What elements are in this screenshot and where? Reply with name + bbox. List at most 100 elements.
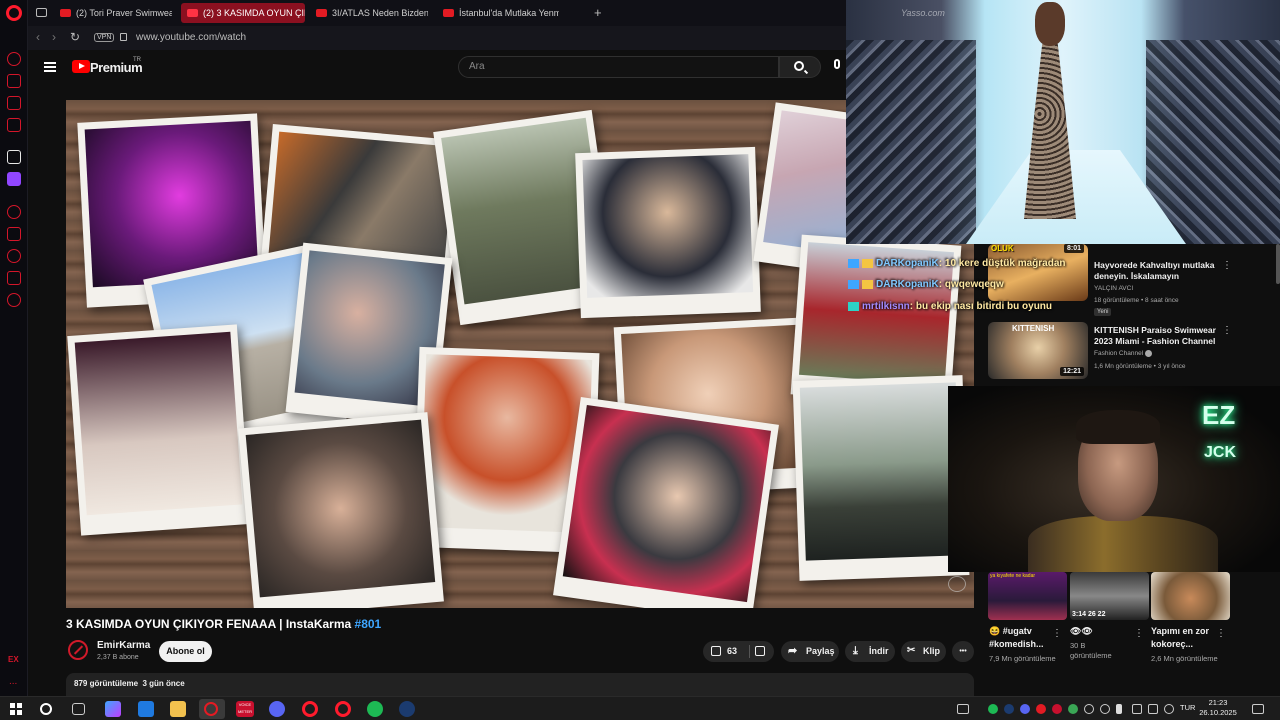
tray-discord-icon[interactable] [1020, 704, 1030, 714]
bookmark-icon[interactable] [7, 227, 21, 241]
search-button[interactable] [779, 56, 821, 78]
rec-thumbnail[interactable]: KITTENISH 12:21 [988, 322, 1088, 379]
subscribe-button[interactable]: Abone ol [159, 641, 212, 662]
spotify-icon[interactable] [367, 701, 383, 717]
short-title[interactable]: Yapımı en zor kokoreç... [1151, 625, 1215, 651]
reload-icon[interactable]: ↻ [70, 30, 80, 44]
tray-voicemeeter-icon[interactable] [1052, 704, 1062, 714]
like-button[interactable]: 63 [703, 641, 774, 662]
tray-wifi-icon[interactable] [1100, 704, 1110, 714]
video-player[interactable] [66, 100, 974, 608]
runway-model [1024, 44, 1076, 219]
audience-left [846, 40, 976, 244]
bag-icon[interactable] [7, 74, 21, 88]
input-language[interactable]: TUR [1180, 703, 1195, 712]
tab-istanbul[interactable]: İstanbul'da Mutlaka Yenm [437, 3, 559, 23]
short-title[interactable]: 😆 #ugatv #komedish... [989, 625, 1055, 651]
back-arrow-icon[interactable]: ‹ [36, 30, 40, 44]
description-box[interactable] [66, 673, 974, 696]
short-more-icon[interactable]: ⋮ [1216, 628, 1226, 639]
tray-display-icon[interactable] [1132, 704, 1142, 714]
chat-badge-icon [848, 279, 859, 289]
hashtag-link[interactable]: #801 [355, 617, 382, 631]
share-button[interactable]: ➦ Paylaş [781, 641, 839, 662]
thumbs-down-icon[interactable] [755, 646, 765, 656]
file-explorer-icon[interactable] [170, 701, 186, 717]
history-icon[interactable] [7, 205, 21, 219]
channel-watermark-icon[interactable] [948, 576, 966, 592]
rec-title[interactable]: Hayvorede Kahvaltıyı mutlaka deneyin. İs… [1094, 260, 1234, 282]
channel-name[interactable]: EmirKarma [97, 640, 150, 651]
tray-spotify-icon[interactable] [988, 704, 998, 714]
clock-time: 21:23 [1208, 698, 1228, 707]
short-thumbnail[interactable]: ya kıyafete ne kadar [988, 572, 1067, 620]
lock-icon[interactable] [120, 33, 127, 41]
aria-icon[interactable] [7, 52, 21, 66]
taskbar-active-bg[interactable] [199, 699, 225, 719]
rec-channel[interactable]: Fashion Channel [1094, 350, 1152, 357]
vpn-badge[interactable]: VPN [94, 33, 115, 42]
tray-keyboard-icon[interactable] [957, 704, 969, 714]
opera-icon[interactable] [302, 701, 318, 717]
notifications-icon[interactable] [1252, 704, 1264, 714]
short-title[interactable]: 👁👁 [1070, 625, 1130, 638]
tab-active-video[interactable]: (2) 3 KASIMDA OYUN ÇIK [181, 3, 305, 23]
short-thumbnail[interactable] [1151, 572, 1230, 620]
scrollbar[interactable] [1276, 244, 1280, 284]
new-tab-plus-icon[interactable]: + [594, 5, 602, 20]
menu-hamburger-icon[interactable] [44, 62, 56, 72]
tab-atlas[interactable]: 3I/ATLAS Neden Bizden [310, 3, 428, 23]
clock[interactable]: 21:23 26.10.2025 [1198, 698, 1238, 718]
player-icon[interactable] [7, 118, 21, 132]
search-icon[interactable] [40, 703, 52, 715]
rec-more-icon[interactable]: ⋮ [1222, 325, 1232, 336]
video-frame-photo [575, 146, 761, 319]
rec-meta: 18 görüntüleme • 8 saat önce [1094, 297, 1179, 304]
steam-icon[interactable] [399, 701, 415, 717]
tab-overview-icon[interactable] [36, 8, 47, 17]
download-button[interactable]: ⤓ İndir [845, 641, 895, 662]
opera-logo-icon[interactable] [6, 5, 22, 21]
tray-volume-icon[interactable] [1148, 704, 1158, 714]
atlas-icon[interactable] [7, 150, 21, 164]
twitch-icon[interactable] [7, 172, 21, 186]
youtube-favicon-icon [316, 9, 327, 17]
clock-icon[interactable] [7, 249, 21, 263]
tray-steam-icon[interactable] [1004, 704, 1014, 714]
settings-gear-icon[interactable] [7, 293, 21, 307]
forward-arrow-icon[interactable]: › [52, 30, 56, 44]
tray-opera-icon[interactable] [1036, 704, 1046, 714]
more-actions-button[interactable]: ••• [952, 641, 974, 662]
rec-more-icon[interactable]: ⋮ [1222, 260, 1232, 271]
tab-label: İstanbul'da Mutlaka Yenm [459, 8, 559, 18]
short-more-icon[interactable]: ⋮ [1134, 628, 1144, 639]
chat-badge-icon [862, 258, 873, 268]
tray-mic-icon[interactable] [1116, 704, 1122, 714]
clip-button[interactable]: ✂ Klip [901, 641, 946, 662]
tray-network-icon[interactable] [1084, 704, 1094, 714]
rec-title[interactable]: KITTENISH Paraiso Swimwear 2023 Miami - … [1094, 325, 1224, 347]
sidebar-ex-label[interactable]: EX [8, 655, 19, 664]
voicemeeter-icon[interactable]: VOICE METER [236, 701, 254, 717]
copilot-icon[interactable] [105, 701, 121, 717]
channel-avatar[interactable] [68, 640, 88, 660]
short-more-icon[interactable]: ⋮ [1052, 628, 1062, 639]
windows-start-icon[interactable] [10, 703, 22, 715]
microphone-icon[interactable] [834, 59, 840, 69]
sidebar-more-icon[interactable]: ... [9, 676, 17, 687]
tab-tori-praver[interactable]: (2) Tori Praver Swimwear [54, 3, 172, 23]
url-field[interactable]: www.youtube.com/watch [136, 32, 246, 43]
short-thumbnail[interactable]: 3:14 26 22 [1070, 572, 1149, 620]
opera-gx-icon [204, 702, 218, 716]
extensions-icon[interactable] [7, 271, 21, 285]
tray-nvidia-icon[interactable] [1068, 704, 1078, 714]
short-views: 7,9 Mn görüntüleme [989, 654, 1056, 663]
edge-icon[interactable] [138, 701, 154, 717]
opera-gx-icon-2[interactable] [335, 701, 351, 717]
tray-battery-icon[interactable] [1164, 704, 1174, 714]
discord-icon[interactable] [269, 701, 285, 717]
search-input[interactable]: Ara [458, 56, 779, 78]
task-view-icon[interactable] [72, 703, 85, 715]
messenger-icon[interactable] [7, 96, 21, 110]
share-label: Paylaş [806, 646, 835, 656]
